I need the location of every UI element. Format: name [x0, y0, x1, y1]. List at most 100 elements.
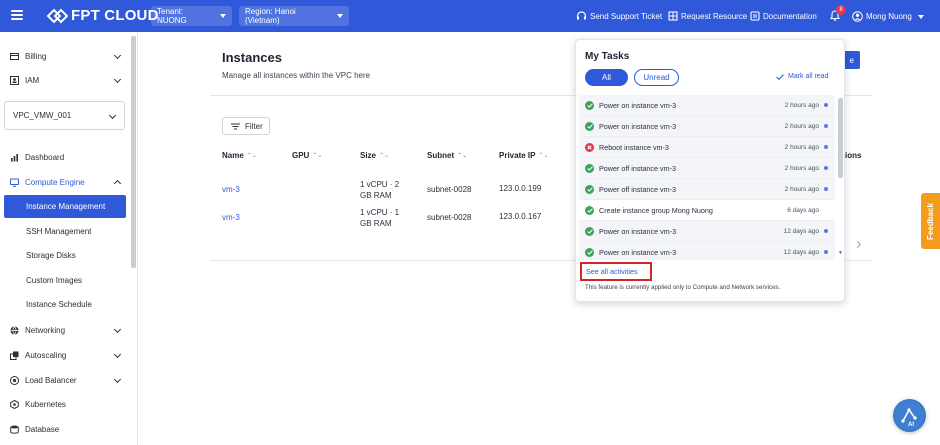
chevron-down-icon	[113, 51, 122, 60]
logo[interactable]: FPT CLOUD	[46, 7, 159, 24]
sidebar-item-database[interactable]: Database	[0, 419, 130, 439]
sidebar-sub-instance-schedule[interactable]: Instance Schedule	[4, 293, 126, 316]
sidebar-sub-storage-disks[interactable]: Storage Disks	[4, 244, 126, 267]
success-check-icon	[585, 247, 594, 257]
top-bar: FPT CLOUD Tenant: NUONG Region: Hanoi (V…	[0, 0, 940, 32]
document-icon	[750, 11, 760, 21]
unread-dot-icon	[824, 166, 828, 170]
tenant-select[interactable]: Tenant: NUONG	[151, 6, 232, 26]
sidebar-scrollbar[interactable]	[131, 36, 136, 268]
billing-icon	[10, 52, 19, 60]
sort-icon: ⌃⌄	[379, 153, 390, 159]
user-menu[interactable]: Mong Nuong	[852, 11, 924, 22]
error-x-icon	[585, 142, 594, 152]
send-ticket-link[interactable]: Send Support Ticket	[576, 11, 662, 21]
chevron-down-icon	[113, 325, 122, 334]
tab-all[interactable]: All	[585, 69, 628, 86]
task-item[interactable]: Power on instance vm-3 2 hours ago	[579, 116, 835, 137]
sidebar-item-iam[interactable]: IAM	[0, 70, 130, 90]
task-list-scrollbar[interactable]	[838, 98, 843, 178]
task-name: Power on instance vm-3	[599, 100, 677, 110]
ai-assistant-button[interactable]: AI	[893, 399, 926, 432]
task-item[interactable]: Power on instance vm-3 12 days ago	[579, 242, 835, 260]
success-check-icon	[585, 100, 594, 110]
column-label: Size	[360, 151, 377, 160]
task-name: Create instance group Mong Nuong	[599, 205, 713, 215]
filter-icon	[231, 123, 240, 129]
task-time: 6 days ago	[787, 206, 819, 214]
instance-ip: 123.0.0.167	[499, 212, 542, 221]
unread-dot-icon	[824, 124, 828, 128]
sidebar-sub-label: Custom Images	[26, 276, 83, 285]
column-header-gpu[interactable]: GPU ⌃⌄	[292, 151, 322, 160]
chevron-down-icon	[113, 350, 122, 359]
success-check-icon	[585, 121, 594, 131]
tasks-note: This feature is currently applied only t…	[585, 284, 781, 291]
column-label: Subnet	[427, 151, 455, 160]
notification-badge: 8	[836, 5, 846, 15]
sidebar-item-label: Compute Engine	[25, 177, 85, 187]
task-item[interactable]: Create instance group Mong Nuong 6 days a…	[579, 200, 835, 221]
column-header-size[interactable]: Size ⌃⌄	[360, 151, 389, 160]
sidebar-sub-label: SSH Management	[26, 227, 92, 236]
user-name: Mong Nuong	[866, 12, 912, 21]
page-subtitle: Manage all instances within the VPC here	[222, 71, 371, 80]
mark-all-read-button[interactable]: Mark all read	[776, 73, 828, 80]
sidebar-item-autoscaling[interactable]: Autoscaling	[0, 345, 130, 365]
sidebar-item-compute-engine[interactable]: Compute Engine	[0, 172, 130, 192]
check-icon	[776, 73, 784, 80]
task-time: 2 hours ago	[784, 143, 819, 151]
request-resource-link[interactable]: Request Resource	[668, 11, 747, 21]
unread-dot-icon	[824, 229, 828, 233]
column-header-name[interactable]: Name ⌃⌄	[222, 151, 257, 160]
column-label: GPU	[292, 151, 310, 160]
instance-name-link[interactable]: vm-3	[222, 184, 240, 195]
sidebar-item-billing[interactable]: Billing	[0, 46, 130, 66]
task-item[interactable]: Power off instance vm-3 2 hours ago	[579, 179, 835, 200]
column-label: Name	[222, 151, 244, 160]
menu-icon[interactable]	[11, 10, 23, 20]
scroll-down-icon[interactable]: ▼	[838, 250, 843, 256]
sidebar-item-label: Billing	[25, 51, 47, 61]
balancer-icon	[10, 375, 19, 385]
iam-icon	[10, 75, 19, 85]
unread-dot-icon	[824, 103, 828, 107]
tab-unread[interactable]: Unread	[634, 69, 679, 86]
region-select[interactable]: Region: Hanoi (Vietnam)	[239, 6, 349, 26]
column-header-private-ip[interactable]: Private IP ⌃⌄	[499, 151, 549, 160]
chevron-down-icon	[220, 14, 226, 18]
task-item[interactable]: Reboot instance vm-3 2 hours ago	[579, 137, 835, 158]
column-header-subnet[interactable]: Subnet ⌃⌄	[427, 151, 467, 160]
sidebar-item-networking[interactable]: Networking	[0, 320, 130, 340]
task-time: 2 hours ago	[784, 164, 819, 172]
task-name: Power on instance vm-3	[599, 247, 677, 257]
see-all-activities-link[interactable]: See all activities	[580, 262, 652, 281]
tenant-label: Tenant: NUONG	[157, 7, 187, 25]
chevron-right-icon[interactable]	[853, 240, 862, 249]
sidebar-item-dashboard[interactable]: Dashboard	[0, 147, 130, 167]
sidebar-item-load-balancer[interactable]: Load Balancer	[0, 370, 130, 390]
vpc-select[interactable]: VPC_VMW_001	[4, 101, 125, 130]
success-check-icon	[585, 205, 594, 215]
sidebar-sub-custom-images[interactable]: Custom Images	[4, 269, 126, 292]
sidebar-sub-ssh-management[interactable]: SSH Management	[4, 220, 126, 243]
filter-button[interactable]: Filter	[222, 117, 270, 135]
instance-size: 1 vCPU · 1 GB RAM	[360, 207, 399, 229]
documentation-link[interactable]: Documentation	[750, 11, 817, 21]
headset-icon	[576, 11, 587, 20]
instance-name-link[interactable]: vm-3	[222, 212, 240, 223]
feedback-tab[interactable]: Feedback	[921, 193, 940, 249]
logo-text: FPT CLOUD	[71, 7, 159, 24]
sort-icon: ⌃⌄	[312, 153, 323, 159]
task-item[interactable]: Power off instance vm-3 2 hours ago	[579, 158, 835, 179]
sidebar-item-kubernetes[interactable]: Kubernetes	[0, 394, 130, 414]
send-ticket-label: Send Support Ticket	[590, 11, 663, 21]
task-name: Power off instance vm-3	[599, 184, 676, 194]
task-item[interactable]: Power on instance vm-3 12 days ago	[579, 221, 835, 242]
sidebar-sub-instance-management[interactable]: Instance Management	[4, 195, 126, 218]
task-item[interactable]: Power on instance vm-3 2 hours ago	[579, 95, 835, 116]
size-line: 1 vCPU · 1	[360, 208, 400, 217]
task-name: Power on instance vm-3	[599, 226, 677, 236]
chevron-down-icon	[113, 75, 122, 84]
sidebar-item-label: Autoscaling	[25, 350, 67, 360]
